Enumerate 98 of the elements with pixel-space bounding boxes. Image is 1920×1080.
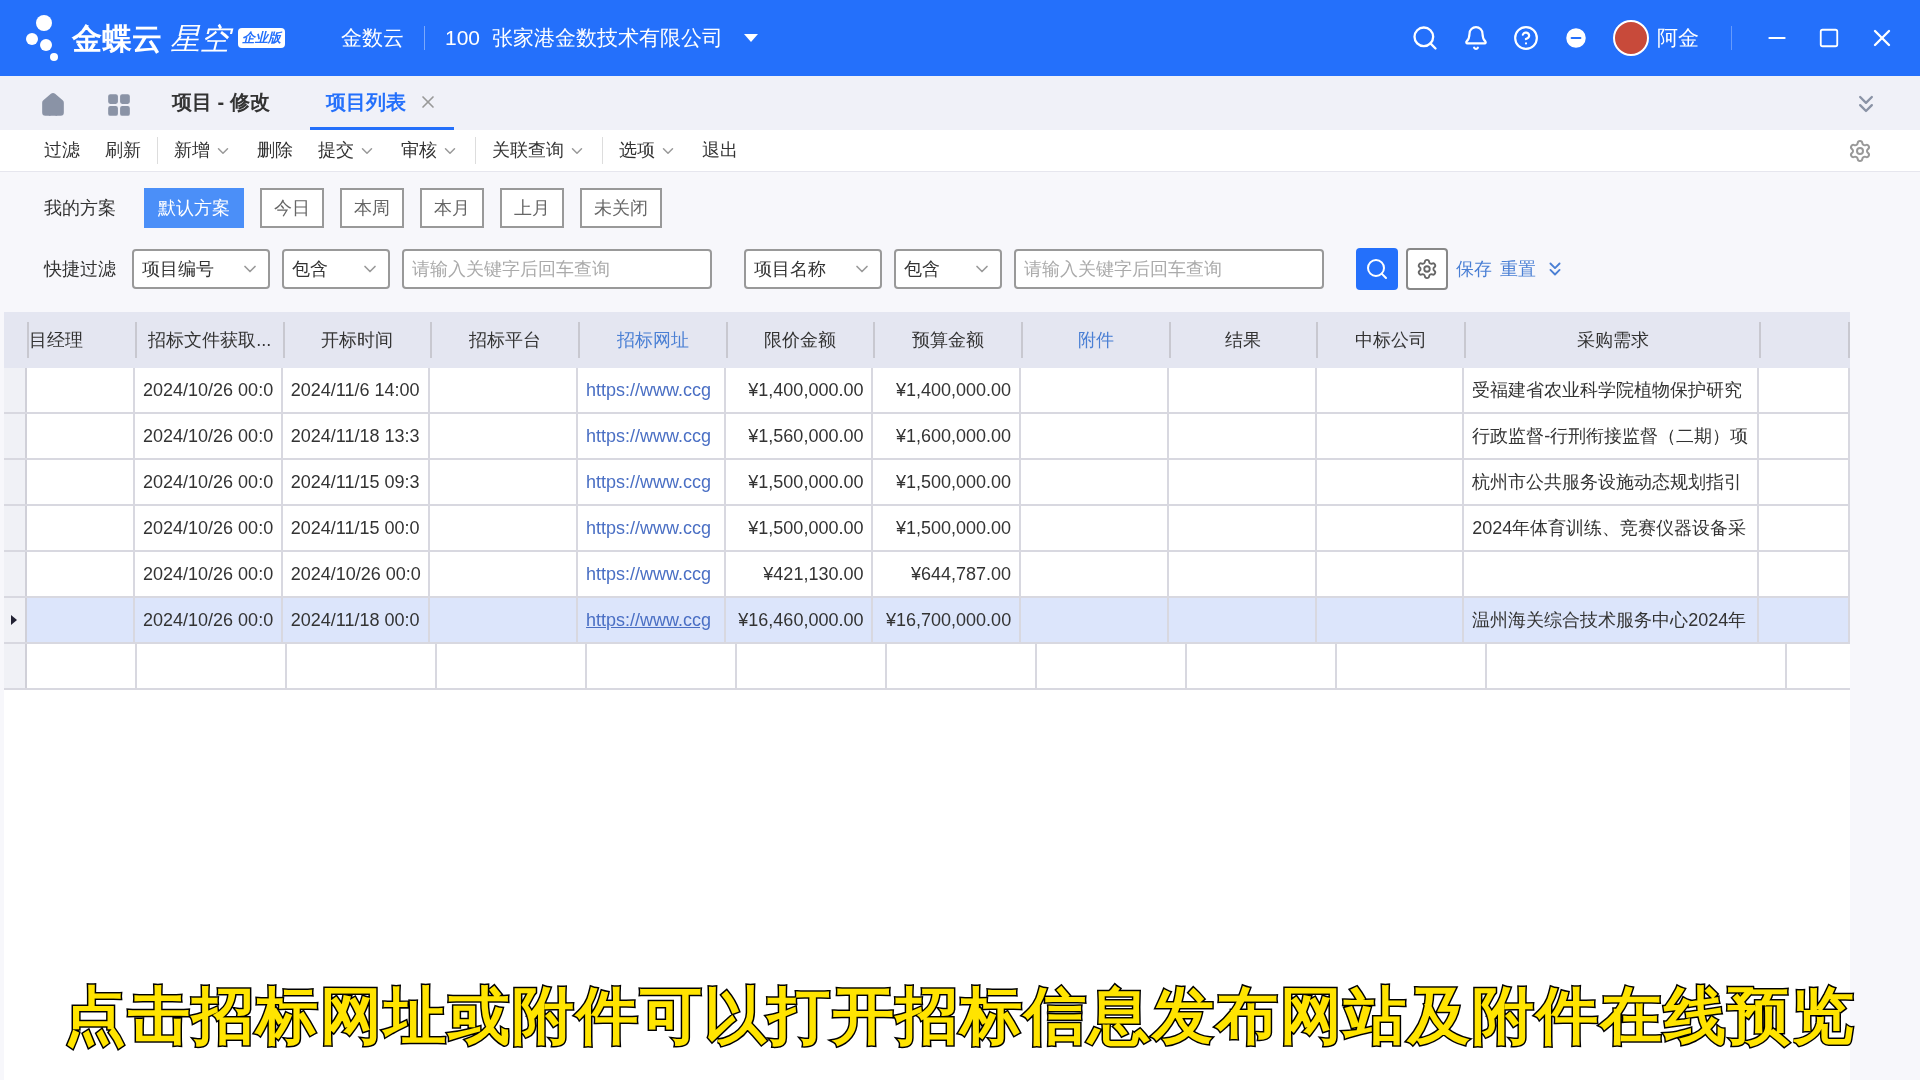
toolbar-button[interactable]: 退出 xyxy=(702,137,739,164)
url-link[interactable]: https://www.ccg xyxy=(586,422,712,450)
table-row[interactable]: 2024/10/26 00:0 2024/11/15 09:3 https://www.ccg ¥1,500,000.00 ¥1,500,000.00 杭州市公共服务设施动态规划指引 xyxy=(4,460,1850,506)
toolbar-button[interactable]: 过滤 xyxy=(44,137,81,164)
company-name[interactable]: 张家港金数技术有限公司 xyxy=(492,22,724,54)
table-row[interactable]: 2024/10/26 00:0 2024/11/18 13:3 https://www.ccg ¥1,560,000.00 ¥1,600,000.00 行政监督-行刑衔接监督（二期）项 xyxy=(4,414,1850,460)
table-cell: 2024/10/26 00:0 xyxy=(135,552,283,596)
dropdown-icon[interactable] xyxy=(743,33,760,43)
tab[interactable]: 项目 - 修改 xyxy=(156,76,286,130)
row-header[interactable] xyxy=(4,598,27,642)
table-cell: ¥1,500,000.00 xyxy=(725,460,874,504)
logo-text: 金蝶云 xyxy=(72,20,162,57)
table-cell: 2024/11/6 14:00 xyxy=(282,368,431,412)
search-button[interactable] xyxy=(1356,248,1398,290)
notification-icon[interactable] xyxy=(1463,25,1489,51)
table-cell: 2024/10/26 00:0 xyxy=(135,506,283,550)
avatar[interactable] xyxy=(1613,20,1649,56)
url-link[interactable]: https://www.ccg xyxy=(586,468,712,496)
table-cell: 2024/11/15 09:3 xyxy=(282,460,431,504)
table-cell: 受福建省农业科学院植物保护研究 xyxy=(1464,368,1760,412)
column-header[interactable]: 开标时间 xyxy=(282,322,431,358)
org-name: 金数云 xyxy=(341,25,404,52)
url-link[interactable]: https://www.ccg xyxy=(586,560,712,588)
table-cell: ¥421,130.00 xyxy=(725,552,874,596)
table-row[interactable]: 2024/10/26 00:0 2024/11/18 00:0 https://www.ccg ¥16,460,000.00 ¥16,700,000.00 温州海关综合技术服务中心2024年 xyxy=(4,598,1850,644)
url-link[interactable]: https://www.ccg xyxy=(586,606,712,634)
plan-button[interactable]: 本周 xyxy=(340,188,404,228)
table-row[interactable]: 2024/10/26 00:0 2024/11/15 00:0 https://www.ccg ¥1,500,000.00 ¥1,500,000.00 2024年体育训练、竞赛仪器设备采 xyxy=(4,506,1850,552)
column-header[interactable]: 中标公司 xyxy=(1316,322,1464,358)
plan-button[interactable]: 未关闭 xyxy=(580,188,662,228)
table-cell: ¥1,500,000.00 xyxy=(873,460,1022,504)
table-cell: 2024/10/26 00:0 xyxy=(282,552,431,596)
table-cell: 行政监督-行刑衔接监督（二期）项 xyxy=(1464,414,1760,458)
table-row[interactable]: 2024/10/26 00:0 2024/10/26 00:0 https://www.ccg ¥421,130.00 ¥644,787.00 xyxy=(4,552,1850,598)
user-name[interactable]: 阿金 xyxy=(1657,22,1699,54)
table-cell: ¥1,600,000.00 xyxy=(873,414,1022,458)
company-code: 100 xyxy=(445,25,481,52)
column-header[interactable]: 招标平台 xyxy=(430,322,578,358)
table-cell: ¥1,500,000.00 xyxy=(725,506,874,550)
help-icon[interactable] xyxy=(1513,25,1539,51)
table-cell: ¥1,400,000.00 xyxy=(873,368,1022,412)
table-cell: 2024/11/15 00:0 xyxy=(282,506,431,550)
plan-button[interactable]: 本月 xyxy=(420,188,484,228)
column-header[interactable]: 目经理 xyxy=(26,322,135,358)
toolbar-button[interactable]: 提交 xyxy=(318,137,377,164)
table-cell: 2024/10/26 00:0 xyxy=(135,368,283,412)
url-link[interactable]: https://www.ccg xyxy=(586,514,712,542)
edition-badge: 企业版 xyxy=(238,28,285,48)
table-cell: 温州海关综合技术服务中心2024年 xyxy=(1464,598,1760,642)
field-select[interactable]: 项目名称 xyxy=(744,249,882,289)
plan-button[interactable]: 今日 xyxy=(260,188,324,228)
apps-icon[interactable] xyxy=(106,92,132,118)
more-icon[interactable] xyxy=(1563,25,1589,51)
maximize-icon[interactable] xyxy=(1818,27,1840,49)
table-row[interactable]: 2024/10/26 00:0 2024/11/6 14:00 https://www.ccg ¥1,400,000.00 ¥1,400,000.00 受福建省农业科学院植物保护研究 xyxy=(4,368,1850,414)
save-link[interactable]: 保存 xyxy=(1456,255,1492,283)
operator-select[interactable]: 包含 xyxy=(282,249,390,289)
table-cell: 2024/11/18 13:3 xyxy=(282,414,431,458)
reset-link[interactable]: 重置 xyxy=(1500,255,1536,283)
operator-select[interactable]: 包含 xyxy=(894,249,1002,289)
toolbar-button[interactable]: 刷新 xyxy=(105,137,158,164)
field-select[interactable]: 项目编号 xyxy=(132,249,270,289)
table-cell: ¥16,460,000.00 xyxy=(725,598,874,642)
search-icon[interactable] xyxy=(1411,24,1439,52)
column-header[interactable]: 预算金额 xyxy=(873,322,1021,358)
table-cell: 2024年体育训练、竞赛仪器设备采 xyxy=(1464,506,1760,550)
column-header[interactable]: 结果 xyxy=(1168,322,1317,358)
toolbar-button[interactable]: 新增 xyxy=(174,137,233,164)
row-pointer-icon xyxy=(11,615,18,625)
table-cell: 2024/10/26 00:0 xyxy=(135,460,283,504)
table-cell: ¥1,560,000.00 xyxy=(725,414,874,458)
column-header[interactable]: 限价金额 xyxy=(725,322,874,358)
column-header[interactable]: 招标文件获取... xyxy=(134,322,283,358)
url-link[interactable]: https://www.ccg xyxy=(586,376,712,404)
keyword-field[interactable]: 请输入关键字后回车查询 xyxy=(1014,249,1324,289)
table-cell: 杭州市公共服务设施动态规划指引 xyxy=(1464,460,1760,504)
table-cell: ¥16,700,000.00 xyxy=(873,598,1022,642)
column-header[interactable]: 采购需求 xyxy=(1464,322,1760,358)
toolbar-button[interactable]: 关联查询 xyxy=(492,137,603,164)
table-cell: 2024/11/18 00:0 xyxy=(282,598,431,642)
plan-label: 我的方案 xyxy=(44,196,116,220)
toolbar-button[interactable]: 审核 xyxy=(401,137,476,164)
quick-filter-label: 快捷过滤 xyxy=(44,257,116,281)
keyword-field[interactable]: 请输入关键字后回车查询 xyxy=(402,249,712,289)
search-icon xyxy=(1365,257,1389,281)
table-cell: 2024/10/26 00:0 xyxy=(135,414,283,458)
video-caption: 点击招标网址或附件可以打开招标信息发布网站及附件在线预览 xyxy=(64,980,1856,1052)
home-icon[interactable] xyxy=(40,92,66,118)
table-cell: ¥644,787.00 xyxy=(873,552,1022,596)
table-cell: 2024/10/26 00:0 xyxy=(135,598,283,642)
gear-icon xyxy=(1416,258,1438,280)
table-cell: ¥1,500,000.00 xyxy=(873,506,1022,550)
toolbar-button[interactable]: 删除 xyxy=(257,137,294,164)
plan-button[interactable]: 上月 xyxy=(500,188,564,228)
filter-settings-button[interactable] xyxy=(1406,248,1448,290)
toolbar-button[interactable]: 选项 xyxy=(619,137,678,164)
settings-icon[interactable] xyxy=(1848,138,1872,163)
table-cell: ¥1,400,000.00 xyxy=(725,368,874,412)
